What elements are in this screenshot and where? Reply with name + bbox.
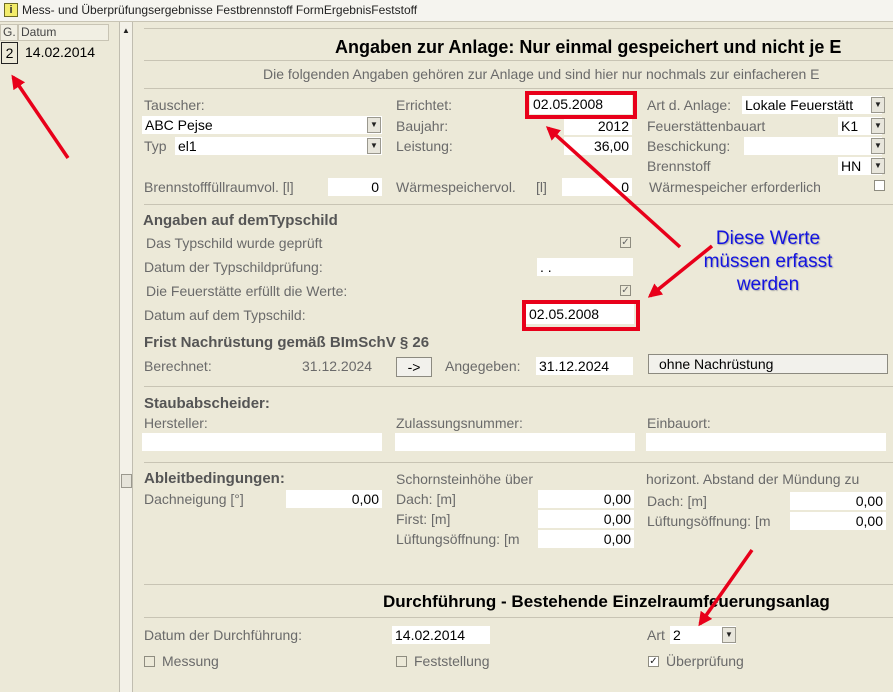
arrow-to-errichtet xyxy=(545,126,682,249)
arrow-to-art xyxy=(698,548,754,627)
arrow-to-datum-typschild xyxy=(647,244,714,298)
arrow-to-record xyxy=(11,74,70,159)
annotation-arrows xyxy=(11,74,754,627)
